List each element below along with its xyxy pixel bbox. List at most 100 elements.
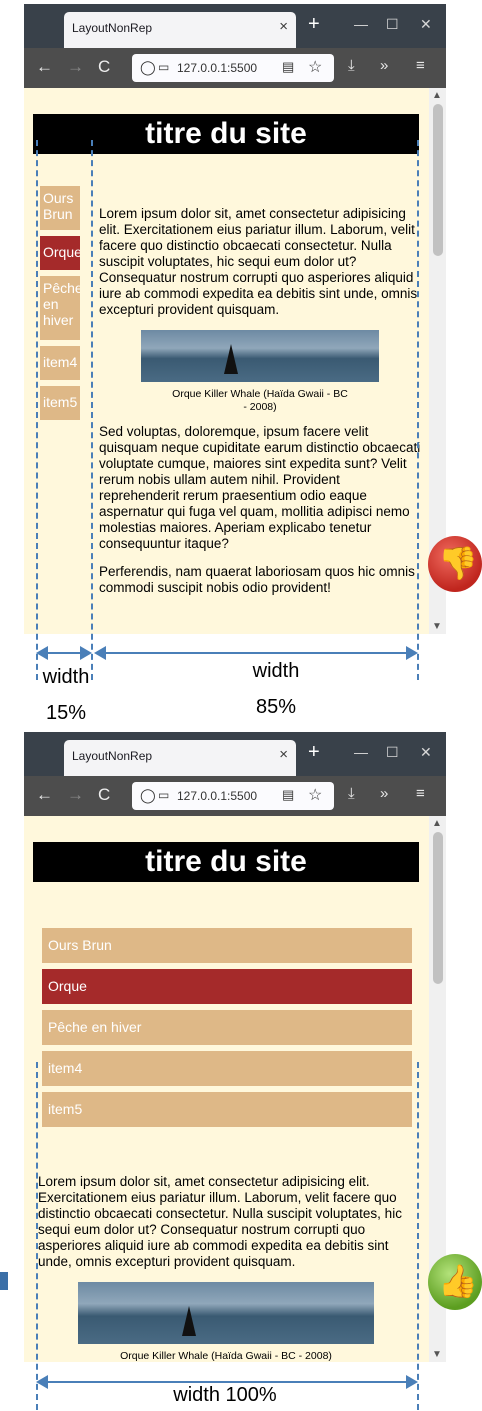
nav-width-label: width: [42, 666, 90, 688]
shield-icon[interactable]: ◯: [140, 787, 156, 804]
maximize-button[interactable]: ☐: [386, 744, 399, 761]
url-bar[interactable]: ◯ ▭ 127.0.0.1:5500 ▤ ☆: [132, 782, 334, 810]
guide-line-left: [36, 140, 38, 680]
reload-button[interactable]: C: [98, 785, 110, 805]
guide-line-middle: [91, 140, 93, 680]
thumbs-down-badge: 👎: [428, 536, 482, 592]
nav-item-item4[interactable]: item4: [42, 1051, 412, 1086]
paragraph: Perferendis, nam quaerat laboriosam quos…: [99, 564, 415, 595]
content-width-label: width: [252, 660, 300, 682]
content-percent-label: 85%: [255, 696, 297, 718]
bookmark-star-icon[interactable]: ☆: [308, 785, 322, 805]
nav-percent-label: 15%: [45, 702, 87, 724]
figure: Orque Killer Whale (Haïda Gwaii - BC - 2…: [99, 330, 421, 414]
more-tools-icon[interactable]: »: [380, 57, 388, 74]
nav-item-orque[interactable]: Orque: [42, 969, 412, 1004]
arrowhead-left-icon: [94, 646, 106, 660]
tab-close-icon[interactable]: ×: [279, 746, 288, 763]
hamburger-menu-icon[interactable]: ≡: [416, 57, 425, 74]
browser-window-two-column: LayoutNonRep × + — ☐ ✕ ← → C ◯ ▭ 127.0.0…: [24, 4, 446, 634]
orca-fin-shape: [224, 344, 239, 374]
browser-tab[interactable]: LayoutNonRep ×: [64, 12, 296, 48]
guide-line-left: [36, 1062, 38, 1410]
content-width-arrow: [98, 652, 410, 654]
paragraph: Lorem ipsum dolor sit, amet consectetur …: [99, 206, 418, 317]
more-tools-icon[interactable]: »: [380, 785, 388, 802]
nav-toolbar: ← → C ◯ ▭ 127.0.0.1:5500 ▤ ☆ ⤓ » ≡: [24, 776, 446, 816]
figure: Orque Killer Whale (Haïda Gwaii - BC - 2…: [38, 1282, 414, 1362]
guide-line-right: [417, 1062, 419, 1410]
download-icon[interactable]: ⤓: [348, 57, 355, 74]
bookmark-star-icon[interactable]: ☆: [308, 57, 322, 77]
scrollbar-thumb[interactable]: [433, 832, 443, 984]
browser-window-single-column: LayoutNonRep × + — ☐ ✕ ← → C ◯ ▭ 127.0.0…: [24, 732, 446, 1362]
paragraph: Sed voluptas, doloremque, ipsum facere v…: [99, 424, 421, 551]
scrollbar-thumb[interactable]: [433, 104, 443, 256]
url-bar[interactable]: ◯ ▭ 127.0.0.1:5500 ▤ ☆: [132, 54, 334, 82]
reload-button[interactable]: C: [98, 57, 110, 77]
forward-button[interactable]: →: [67, 785, 84, 805]
url-text[interactable]: 127.0.0.1:5500: [177, 789, 277, 803]
page-viewport: titre du site Ours Brun Orque Pêche en h…: [24, 816, 429, 1362]
nav-item-orque[interactable]: Orque: [40, 236, 80, 270]
nav-item-peche-en-hiver[interactable]: Pêche en hiver: [42, 1010, 412, 1045]
scroll-down-icon[interactable]: ▼: [432, 621, 442, 632]
full-width-arrow: [40, 1381, 410, 1383]
arrowhead-right-icon: [80, 646, 92, 660]
tab-title: LayoutNonRep: [72, 21, 153, 35]
guide-line-right: [417, 140, 419, 680]
tab-title: LayoutNonRep: [72, 749, 153, 763]
nav-item-item4[interactable]: item4: [40, 346, 80, 380]
tab-close-icon[interactable]: ×: [279, 18, 288, 35]
tab-bar: LayoutNonRep × + — ☐ ✕: [24, 4, 446, 48]
orca-photo: [141, 330, 379, 382]
forward-button[interactable]: →: [67, 57, 84, 77]
new-tab-button[interactable]: +: [308, 742, 320, 762]
main-content: Lorem ipsum dolor sit, amet consectetur …: [38, 1174, 414, 1362]
scroll-up-icon[interactable]: ▲: [432, 818, 442, 829]
close-window-button[interactable]: ✕: [420, 16, 432, 33]
nav-toolbar: ← → C ◯ ▭ 127.0.0.1:5500 ▤ ☆ ⤓ » ≡: [24, 48, 446, 88]
thumbs-down-icon: 👎: [438, 545, 478, 581]
page-viewport: titre du site Ours Brun Orque Pêche en h…: [24, 88, 429, 634]
download-icon[interactable]: ⤓: [348, 785, 355, 802]
maximize-button[interactable]: ☐: [386, 16, 399, 33]
back-button[interactable]: ←: [36, 57, 53, 77]
shield-icon[interactable]: ◯: [140, 59, 156, 76]
full-width-label: width 100%: [173, 1384, 277, 1406]
hamburger-menu-icon[interactable]: ≡: [416, 785, 425, 802]
figure-caption: Orque Killer Whale (Haïda Gwaii - BC - 2…: [172, 388, 348, 413]
arrowhead-right-icon: [406, 646, 418, 660]
browser-tab[interactable]: LayoutNonRep ×: [64, 740, 296, 776]
minimize-button[interactable]: —: [354, 744, 368, 760]
minimize-button[interactable]: —: [354, 16, 368, 32]
nav-item-peche-en-hiver[interactable]: Pêche en hiver: [40, 276, 80, 340]
arrow-fragment: [0, 1272, 8, 1290]
top-nav: Ours Brun Orque Pêche en hiver item4 ite…: [42, 928, 412, 1133]
orca-photo: [78, 1282, 374, 1344]
reader-view-icon[interactable]: ▤: [282, 787, 294, 803]
scroll-down-icon[interactable]: ▼: [432, 1349, 442, 1360]
nav-item-item5[interactable]: item5: [42, 1092, 412, 1127]
new-tab-button[interactable]: +: [308, 14, 320, 34]
nav-item-item5[interactable]: item5: [40, 386, 80, 420]
arrowhead-right-icon: [406, 1375, 418, 1389]
nav-item-ours-brun[interactable]: Ours Brun: [42, 928, 412, 963]
arrowhead-left-icon: [36, 1375, 48, 1389]
back-button[interactable]: ←: [36, 785, 53, 805]
nav-item-ours-brun[interactable]: Ours Brun: [40, 186, 80, 230]
scroll-up-icon[interactable]: ▲: [432, 90, 442, 101]
close-window-button[interactable]: ✕: [420, 744, 432, 761]
thumbs-up-icon: 👍: [438, 1263, 478, 1299]
main-content: Lorem ipsum dolor sit, amet consectetur …: [99, 206, 421, 608]
tab-bar: LayoutNonRep × + — ☐ ✕: [24, 732, 446, 776]
url-text[interactable]: 127.0.0.1:5500: [177, 61, 277, 75]
page-icon: ▭: [158, 788, 170, 802]
thumbs-up-badge: 👍: [428, 1254, 482, 1310]
arrowhead-left-icon: [36, 646, 48, 660]
site-title: titre du site: [33, 842, 419, 882]
figure-caption: Orque Killer Whale (Haïda Gwaii - BC - 2…: [120, 1350, 332, 1362]
orca-fin-shape: [181, 1306, 196, 1336]
reader-view-icon[interactable]: ▤: [282, 59, 294, 75]
paragraph: Lorem ipsum dolor sit, amet consectetur …: [38, 1174, 402, 1269]
